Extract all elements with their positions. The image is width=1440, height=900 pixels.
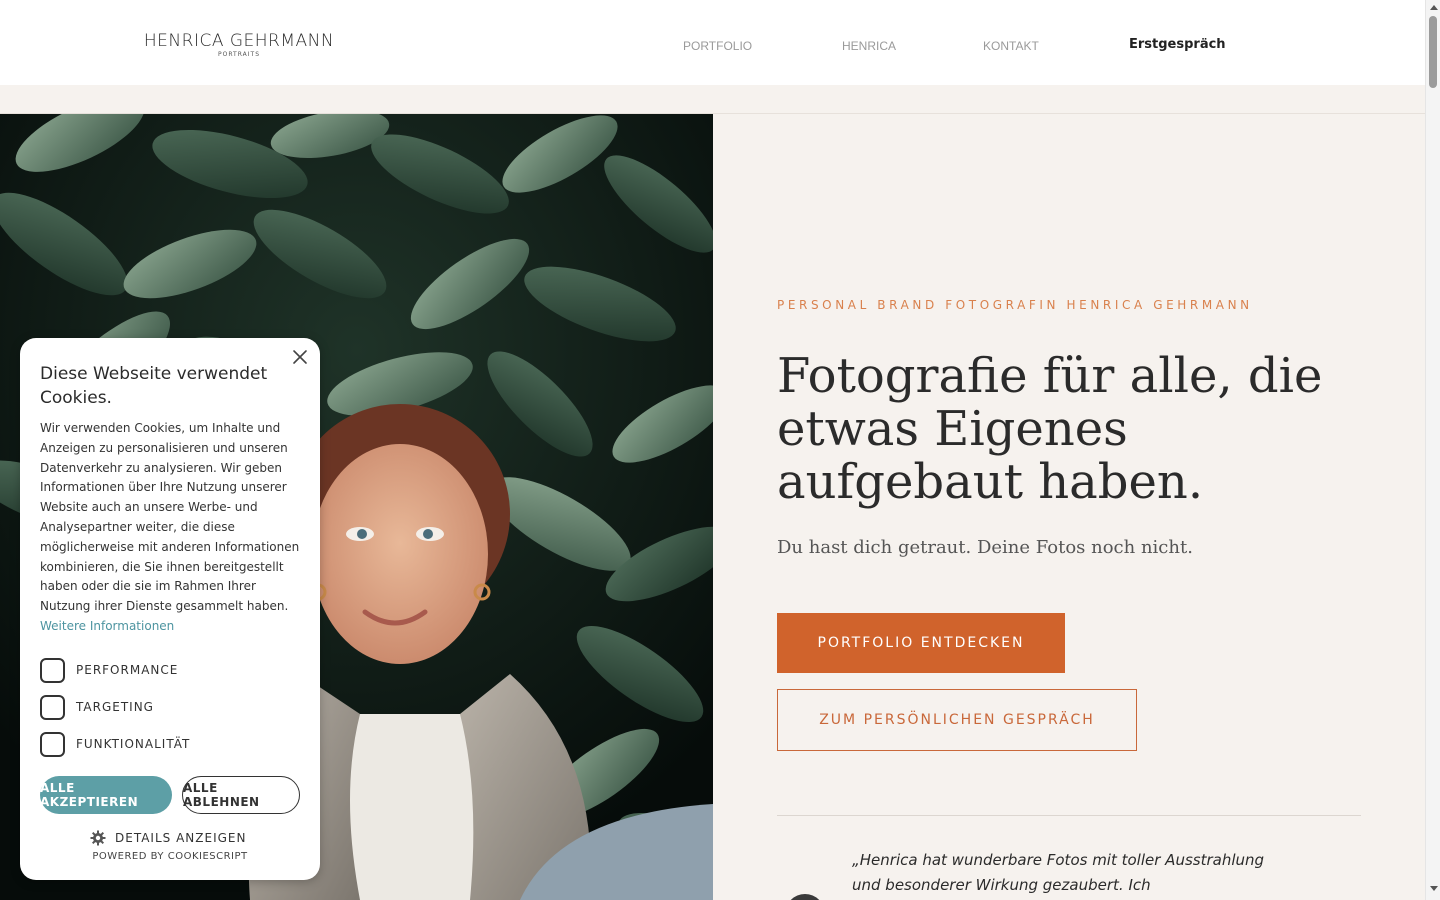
checkbox-label: FUNKTIONALITÄT xyxy=(76,737,191,751)
accept-all-button[interactable]: ALLE AKZEPTIEREN xyxy=(40,776,172,814)
cookie-title: Diese Webseite verwendet Cookies. xyxy=(40,364,268,408)
hero-subline: Du hast dich getraut. Deine Fotos noch n… xyxy=(777,537,1193,558)
checkbox-label: PERFORMANCE xyxy=(76,663,179,677)
hero-content: PERSONAL BRAND FOTOGRAFIN HENRICA GEHRMA… xyxy=(713,114,1425,900)
hero-eyebrow: PERSONAL BRAND FOTOGRAFIN HENRICA GEHRMA… xyxy=(777,298,1253,312)
nav-link-henrica[interactable]: HENRICA xyxy=(842,38,896,54)
checkbox-functionality[interactable]: FUNKTIONALITÄT xyxy=(40,731,300,757)
nav-link-kontakt[interactable]: KONTAKT xyxy=(983,38,1039,54)
personal-talk-button[interactable]: ZUM PERSÖNLICHEN GESPRÄCH xyxy=(777,689,1137,751)
cookie-text: Wir verwenden Cookies, um Inhalte und An… xyxy=(40,419,302,637)
hero-headline: Fotografie für alle, die etwas Eigenes a… xyxy=(777,348,1323,510)
nav-link-portfolio[interactable]: PORTFOLIO xyxy=(683,38,752,54)
logo-tagline: PORTRAITS xyxy=(217,51,260,58)
logo-name: HENRICA GEHRMANN xyxy=(143,31,335,51)
checkbox-box[interactable] xyxy=(40,731,65,757)
scroll-down-arrow-icon[interactable] xyxy=(1430,886,1438,891)
cookie-description: Wir verwenden Cookies, um Inhalte und An… xyxy=(40,421,300,614)
header-strip xyxy=(0,85,1425,114)
checkbox-box[interactable] xyxy=(40,694,65,720)
testimonial-avatar xyxy=(785,894,825,900)
checkbox-label: TARGETING xyxy=(76,700,154,714)
page-scrollbar[interactable] xyxy=(1425,0,1440,900)
details-label: DETAILS ANZEIGEN xyxy=(115,831,247,845)
powered-by[interactable]: POWERED BY COOKIESCRIPT xyxy=(20,851,320,862)
checkbox-performance[interactable]: PERFORMANCE xyxy=(40,657,300,683)
checkbox-targeting[interactable]: TARGETING xyxy=(40,694,300,720)
gear-icon xyxy=(90,830,106,846)
scroll-up-arrow-icon[interactable] xyxy=(1430,5,1438,10)
nav-link-erstgespraech[interactable]: Erstgespräch xyxy=(1129,37,1226,53)
more-info-link[interactable]: Weitere Informationen xyxy=(40,619,174,633)
testimonial-quote: „Henrica hat wunderbare Fotos mit toller… xyxy=(852,851,1265,894)
hero-divider xyxy=(777,815,1361,816)
cookie-dialog: Diese Webseite verwendet Cookies. Wir ve… xyxy=(20,338,320,880)
site-logo[interactable]: HENRICA GEHRMANN PORTRAITS xyxy=(141,31,337,63)
details-toggle[interactable]: DETAILS ANZEIGEN xyxy=(90,828,246,848)
checkbox-box[interactable] xyxy=(40,657,65,683)
decline-all-button[interactable]: ALLE ABLEHNEN xyxy=(182,776,300,814)
site-header: HENRICA GEHRMANN PORTRAITS PORTFOLIO HEN… xyxy=(0,0,1425,85)
portfolio-button[interactable]: PORTFOLIO ENTDECKEN xyxy=(777,613,1065,673)
scrollbar-thumb[interactable] xyxy=(1429,16,1437,88)
